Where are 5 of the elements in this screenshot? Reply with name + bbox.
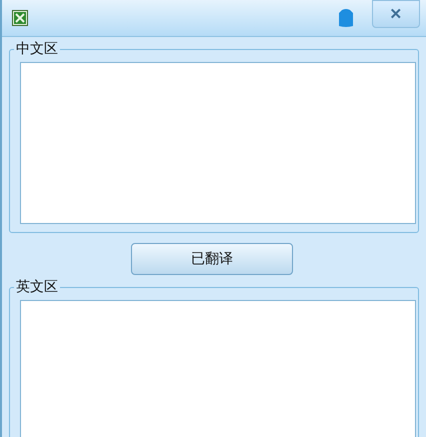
close-button[interactable]: ✕: [372, 0, 420, 28]
translated-button[interactable]: 已翻译: [131, 243, 293, 275]
group-label: 中文区: [14, 41, 60, 57]
spreadsheet-icon: [12, 10, 28, 26]
group-label: 英文区: [14, 279, 60, 295]
